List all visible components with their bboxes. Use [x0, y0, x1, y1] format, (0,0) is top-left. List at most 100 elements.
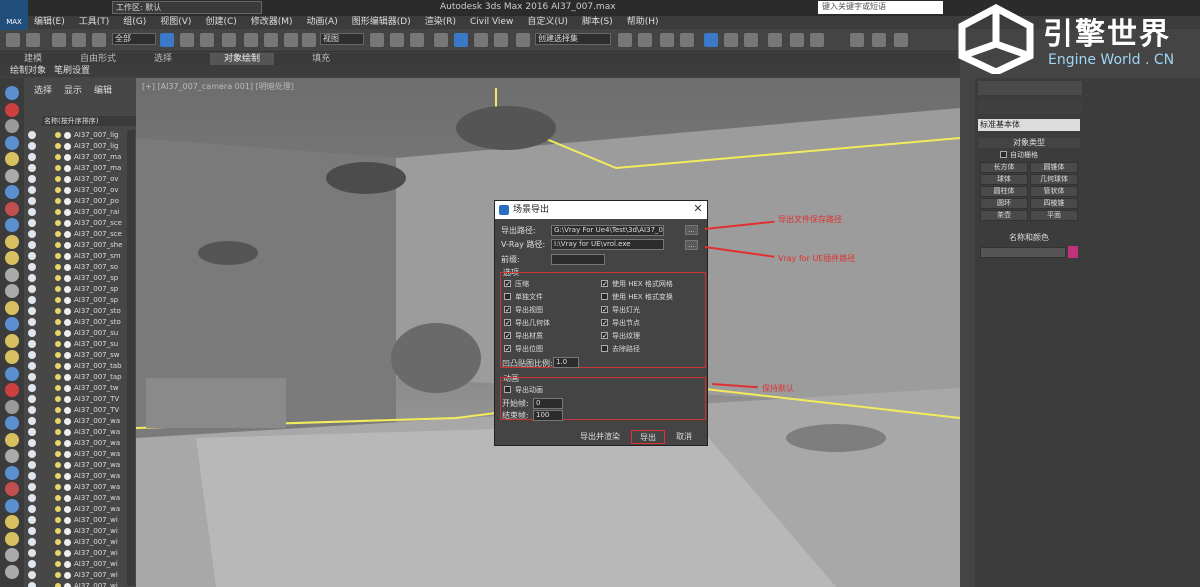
menu-item[interactable]: 渲染(R): [425, 16, 456, 29]
menu-item[interactable]: 修改器(M): [251, 16, 293, 29]
cancel-button[interactable]: 取消: [669, 430, 699, 444]
render-toggle-icon[interactable]: [64, 528, 71, 535]
explorer-scrollbar[interactable]: [127, 130, 135, 586]
render-toggle-icon[interactable]: [64, 165, 71, 172]
snap-toggle-icon[interactable]: [434, 33, 448, 47]
visibility-icon[interactable]: [28, 197, 36, 205]
visibility-icon[interactable]: [28, 384, 36, 392]
render-toggle-icon[interactable]: [64, 154, 71, 161]
light-toggle-icon[interactable]: [55, 209, 61, 215]
vray-path-input[interactable]: I:\Vray for UE\vrol.exe: [551, 239, 664, 250]
light-toggle-icon[interactable]: [55, 374, 61, 380]
option-checkbox[interactable]: ✓: [601, 332, 608, 340]
light-toggle-icon[interactable]: [55, 352, 61, 358]
explorer-tool-icon[interactable]: [5, 86, 19, 100]
ribbon-toggle-icon[interactable]: [704, 33, 718, 47]
explorer-tool-icon[interactable]: [5, 218, 19, 232]
angle-snap-icon[interactable]: [454, 33, 468, 47]
move-icon[interactable]: [244, 33, 258, 47]
visibility-icon[interactable]: [28, 450, 36, 458]
light-toggle-icon[interactable]: [55, 143, 61, 149]
visibility-icon[interactable]: [28, 219, 36, 227]
light-toggle-icon[interactable]: [55, 297, 61, 303]
visibility-icon[interactable]: [28, 560, 36, 568]
render-toggle-icon[interactable]: [64, 418, 71, 425]
visibility-icon[interactable]: [28, 428, 36, 436]
light-toggle-icon[interactable]: [55, 187, 61, 193]
light-toggle-icon[interactable]: [55, 561, 61, 567]
rect-selection-icon[interactable]: [200, 33, 214, 47]
render-toggle-icon[interactable]: [64, 352, 71, 359]
visibility-icon[interactable]: [28, 186, 36, 194]
visibility-icon[interactable]: [28, 296, 36, 304]
light-toggle-icon[interactable]: [55, 418, 61, 424]
select-by-name-icon[interactable]: [180, 33, 194, 47]
create-category-icons[interactable]: [978, 100, 1082, 114]
light-toggle-icon[interactable]: [55, 539, 61, 545]
light-toggle-icon[interactable]: [55, 286, 61, 292]
render-toggle-icon[interactable]: [64, 264, 71, 271]
visibility-icon[interactable]: [28, 142, 36, 150]
render-toggle-icon[interactable]: [64, 187, 71, 194]
light-toggle-icon[interactable]: [55, 396, 61, 402]
light-toggle-icon[interactable]: [55, 484, 61, 490]
light-toggle-icon[interactable]: [55, 154, 61, 160]
render-toggle-icon[interactable]: [64, 341, 71, 348]
close-icon[interactable]: ✕: [692, 203, 704, 215]
visibility-icon[interactable]: [28, 472, 36, 480]
name-color-header[interactable]: 名称和颜色: [978, 233, 1080, 243]
render-toggle-icon[interactable]: [64, 275, 71, 282]
visibility-icon[interactable]: [28, 505, 36, 513]
auto-grid-checkbox[interactable]: [1000, 151, 1007, 158]
render-toggle-icon[interactable]: [64, 209, 71, 216]
vray-path-browse-button[interactable]: ...: [685, 240, 698, 250]
object-type-button[interactable]: 圆环: [980, 198, 1028, 209]
visibility-icon[interactable]: [28, 340, 36, 348]
app-logo[interactable]: MAX: [0, 0, 28, 30]
option-checkbox[interactable]: ✓: [504, 280, 511, 288]
object-color-swatch[interactable]: [1068, 246, 1078, 258]
explorer-tool-icon[interactable]: [5, 102, 19, 117]
render-toggle-icon[interactable]: [64, 495, 71, 502]
visibility-icon[interactable]: [28, 362, 36, 370]
explorer-tool-icon[interactable]: [5, 317, 19, 331]
spinner-snap-icon[interactable]: [494, 33, 508, 47]
explorer-tool-icon[interactable]: [5, 465, 19, 480]
visibility-icon[interactable]: [28, 329, 36, 337]
menu-item[interactable]: 视图(V): [160, 16, 191, 29]
keyboard-shortcut-icon[interactable]: [410, 33, 424, 47]
visibility-icon[interactable]: [28, 164, 36, 172]
light-toggle-icon[interactable]: [55, 528, 61, 534]
visibility-icon[interactable]: [28, 263, 36, 271]
option-checkbox[interactable]: ✓: [601, 306, 608, 314]
explorer-tool-icon[interactable]: [5, 350, 19, 364]
export-button[interactable]: 导出: [631, 430, 665, 444]
menu-item[interactable]: 创建(C): [205, 16, 236, 29]
light-toggle-icon[interactable]: [55, 198, 61, 204]
menu-item[interactable]: 图形编辑器(D): [352, 16, 411, 29]
visibility-icon[interactable]: [28, 516, 36, 524]
object-type-button[interactable]: 长方体: [980, 162, 1028, 173]
render-toggle-icon[interactable]: [64, 242, 71, 249]
explorer-tool-icon[interactable]: [5, 135, 19, 150]
object-type-button[interactable]: 平面: [1030, 210, 1078, 221]
redo-icon[interactable]: [26, 33, 40, 47]
render-setup-icon[interactable]: [790, 33, 804, 47]
light-toggle-icon[interactable]: [55, 473, 61, 479]
light-toggle-icon[interactable]: [55, 319, 61, 325]
explorer-tool-icon[interactable]: [5, 399, 19, 414]
link-icon[interactable]: [52, 33, 66, 47]
menu-item[interactable]: 帮助(H): [627, 16, 659, 29]
light-toggle-icon[interactable]: [55, 165, 61, 171]
explorer-tool-icon[interactable]: [5, 432, 19, 447]
selection-filter-select[interactable]: 全部: [112, 33, 156, 45]
rendered-frame-icon[interactable]: [810, 33, 824, 47]
visibility-icon[interactable]: [28, 373, 36, 381]
explorer-tool-icon[interactable]: [5, 383, 19, 397]
render-toggle-icon[interactable]: [64, 297, 71, 304]
visibility-icon[interactable]: [28, 351, 36, 359]
explorer-tool-icon[interactable]: [5, 267, 19, 282]
visibility-icon[interactable]: [28, 527, 36, 535]
light-toggle-icon[interactable]: [55, 440, 61, 446]
render-toggle-icon[interactable]: [64, 330, 71, 337]
